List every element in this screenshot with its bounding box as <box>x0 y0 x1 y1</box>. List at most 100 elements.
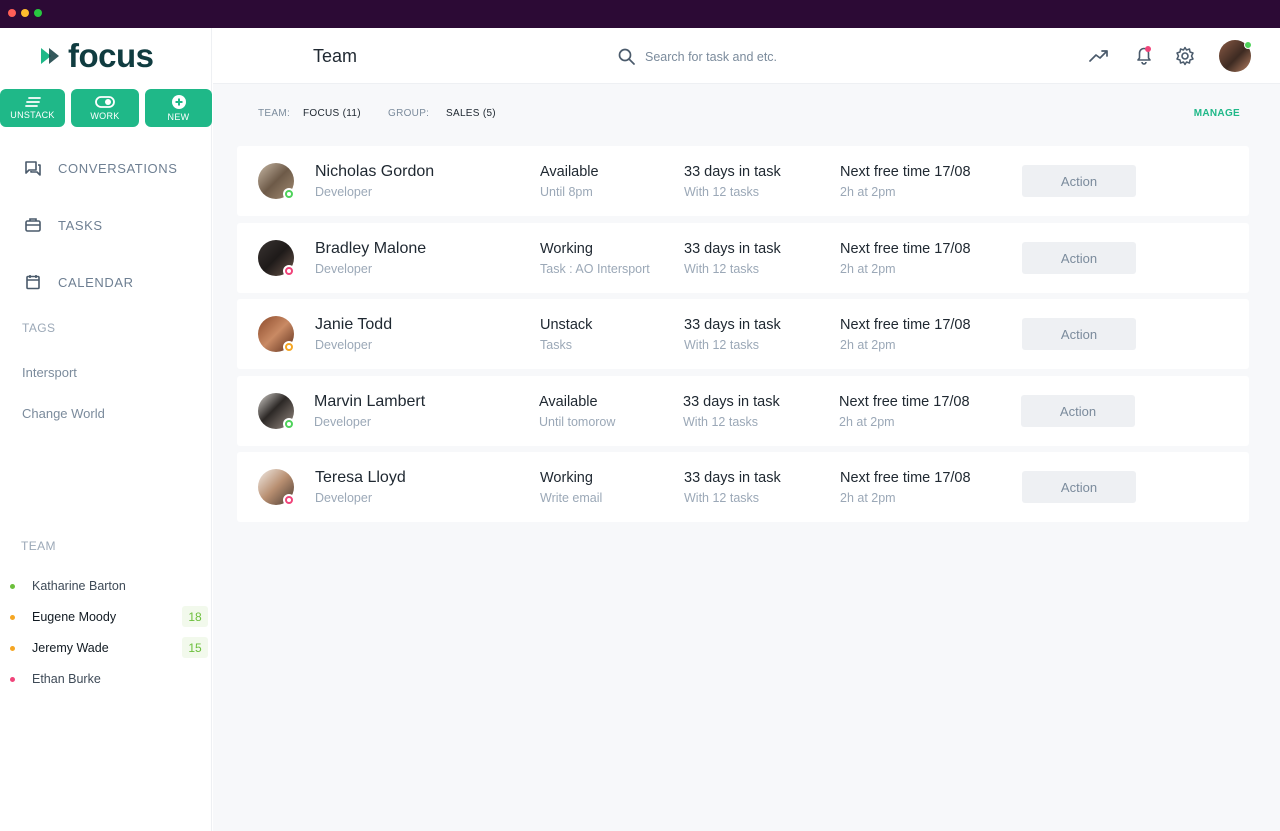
unread-count-badge: 18 <box>182 606 208 627</box>
stack-lines-icon <box>24 96 41 107</box>
action-button[interactable]: Action <box>1022 318 1136 350</box>
team-member-jeremy-wade[interactable]: Jeremy Wade 15 <box>10 637 210 658</box>
days-in-task: 33 days in task <box>684 164 781 180</box>
next-free-time: Next free time 17/08 <box>839 394 970 410</box>
member-role: Developer <box>315 338 372 352</box>
window-titlebar <box>0 0 1280 28</box>
member-name: Teresa Lloyd <box>315 469 406 486</box>
unstack-button[interactable]: UNSTACK <box>0 89 65 127</box>
group-filter-value[interactable]: SALES (5) <box>446 108 496 119</box>
member-card[interactable]: Janie Todd Developer Unstack Tasks 33 da… <box>237 299 1249 369</box>
next-free-time: Next free time 17/08 <box>840 164 971 180</box>
task-count: With 12 tasks <box>683 415 759 429</box>
member-status: Unstack <box>540 317 593 333</box>
team-filters: TEAM: FOCUS (11) GROUP: SALES (5) MANAGE <box>258 108 1240 122</box>
team-member-eugene-moody[interactable]: Eugene Moody 18 <box>10 606 210 627</box>
nav-label-tasks: TASKS <box>58 217 103 233</box>
new-button[interactable]: NEW <box>145 89 212 127</box>
nav-item-tasks[interactable]: TASKS <box>24 217 103 233</box>
top-header: Team Search for task and etc. <box>213 28 1280 84</box>
team-section-title: TEAM <box>21 539 56 553</box>
user-avatar[interactable] <box>1219 40 1252 72</box>
status-dot <box>10 614 15 620</box>
action-button[interactable]: Action <box>1022 165 1136 197</box>
new-button-label: NEW <box>167 111 190 122</box>
team-member-katharine-barton[interactable]: Katharine Barton <box>10 576 210 596</box>
tags-section-title: TAGS <box>22 321 56 335</box>
next-free-detail: 2h at 2pm <box>840 185 896 199</box>
search-bar[interactable]: Search for task and etc. <box>618 48 777 65</box>
days-in-task: 33 days in task <box>684 470 781 486</box>
member-name: Janie Todd <box>315 316 393 333</box>
next-free-detail: 2h at 2pm <box>840 262 896 276</box>
work-button[interactable]: WORK <box>71 89 139 127</box>
member-role: Developer <box>314 415 371 429</box>
member-role: Developer <box>315 491 372 505</box>
team-member-name: Ethan Burke <box>32 672 101 686</box>
member-status-detail: Tasks <box>540 338 572 352</box>
window-close-button[interactable] <box>8 9 16 17</box>
status-indicator <box>283 188 295 200</box>
action-button[interactable]: Action <box>1022 471 1136 503</box>
status-indicator <box>283 418 295 430</box>
team-filter-value[interactable]: FOCUS (11) <box>303 108 361 119</box>
online-status-dot <box>1244 41 1252 49</box>
logo[interactable]: focus <box>40 39 154 72</box>
nav-label-conversations: CONVERSATIONS <box>58 160 178 176</box>
search-icon <box>618 48 635 65</box>
nav-item-calendar[interactable]: CALENDAR <box>24 274 134 290</box>
chat-icon <box>25 161 41 176</box>
task-count: With 12 tasks <box>684 491 760 505</box>
days-in-task: 33 days in task <box>684 241 781 257</box>
team-member-ethan-burke[interactable]: Ethan Burke <box>10 669 210 689</box>
plus-circle-icon <box>171 94 186 109</box>
member-card[interactable]: Nicholas Gordon Developer Available Unti… <box>237 146 1249 216</box>
search-input[interactable]: Search for task and etc. <box>645 50 777 64</box>
team-member-name: Jeremy Wade <box>32 641 109 655</box>
unstack-button-label: UNSTACK <box>10 109 55 120</box>
next-free-time: Next free time 17/08 <box>840 470 971 486</box>
member-status: Working <box>540 241 593 257</box>
member-status-detail: Until tomorow <box>539 415 616 429</box>
status-dot <box>10 583 15 589</box>
tag-item-intersport[interactable]: Intersport <box>22 365 77 380</box>
member-name: Nicholas Gordon <box>315 163 435 180</box>
status-indicator <box>283 341 295 353</box>
gear-icon[interactable] <box>1175 46 1195 66</box>
tag-item-change-world[interactable]: Change World <box>22 406 105 421</box>
manage-link[interactable]: MANAGE <box>1194 108 1240 119</box>
member-status: Working <box>540 470 593 486</box>
action-button[interactable]: Action <box>1022 242 1136 274</box>
member-name: Marvin Lambert <box>314 393 426 410</box>
window-maximize-button[interactable] <box>34 9 42 17</box>
trend-icon[interactable] <box>1089 49 1109 63</box>
unread-count-badge: 15 <box>182 637 208 658</box>
days-in-task: 33 days in task <box>683 394 780 410</box>
member-card[interactable]: Bradley Malone Developer Working Task : … <box>237 223 1249 293</box>
member-status-detail: Until 8pm <box>540 185 593 199</box>
window-minimize-button[interactable] <box>21 9 29 17</box>
team-member-name: Katharine Barton <box>32 579 126 593</box>
group-filter-label: GROUP: <box>388 108 430 119</box>
bell-icon[interactable] <box>1135 45 1153 65</box>
action-button[interactable]: Action <box>1021 395 1135 427</box>
days-in-task: 33 days in task <box>684 317 781 333</box>
task-count: With 12 tasks <box>684 338 760 352</box>
member-name: Bradley Malone <box>315 240 427 257</box>
member-card[interactable]: Teresa Lloyd Developer Working Write ema… <box>237 452 1249 522</box>
member-status: Available <box>539 394 598 410</box>
member-card[interactable]: Marvin Lambert Developer Available Until… <box>237 376 1249 446</box>
team-filter-label: TEAM: <box>258 108 291 119</box>
member-role: Developer <box>315 262 372 276</box>
status-indicator <box>283 494 295 506</box>
status-dot <box>10 645 15 651</box>
member-status: Available <box>540 164 599 180</box>
task-count: With 12 tasks <box>684 185 760 199</box>
calendar-icon <box>26 275 40 290</box>
member-status-detail: Write email <box>540 491 603 505</box>
page-title: Team <box>313 46 358 66</box>
next-free-detail: 2h at 2pm <box>840 338 896 352</box>
nav-item-conversations[interactable]: CONVERSATIONS <box>24 160 178 176</box>
task-count: With 12 tasks <box>684 262 760 276</box>
next-free-time: Next free time 17/08 <box>840 317 971 333</box>
